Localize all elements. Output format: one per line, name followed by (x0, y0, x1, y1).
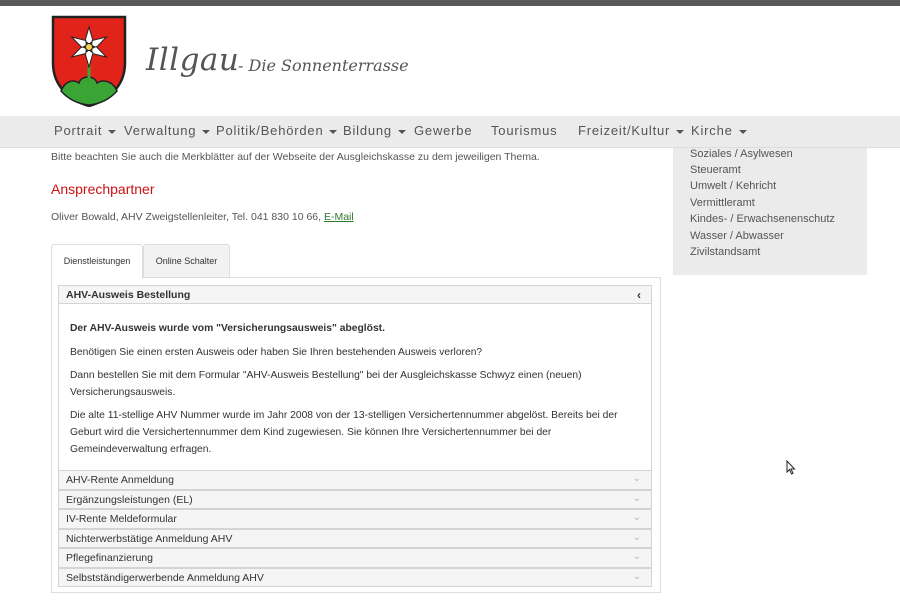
chevron-down-icon: ⌄ (632, 512, 641, 523)
nav-item-kirche[interactable]: Kirche (691, 116, 747, 148)
sidebar-item-kindes-erwachsenenschutz[interactable]: Kindes- / Erwachsenenschutz (690, 213, 835, 225)
accordion-item-label: Selbstständigerwerbende Anmeldung AHV (66, 571, 264, 584)
sidebar-item-vermittleramt[interactable]: Vermittleramt (690, 197, 755, 209)
site-title[interactable]: Illgau (146, 42, 239, 78)
chevron-left-icon: ‹ (637, 288, 641, 302)
nav-item-gewerbe[interactable]: Gewerbe (414, 116, 472, 148)
intro-text: Bitte beachten Sie auch die Merkblätter … (51, 151, 540, 163)
accordion-paragraph: Benötigen Sie einen ersten Ausweis oder … (70, 347, 483, 358)
nav-item-label: Gewerbe (414, 123, 473, 138)
accordion-item-label: Ergänzungsleistungen (EL) (66, 493, 193, 506)
nav-item-label: Tourismus (491, 123, 558, 138)
sidebar-item-steueramt[interactable]: Steueramt (690, 164, 741, 176)
nav-item-label: Verwaltung (124, 123, 197, 138)
accordion-item-nichterwerbstaetige[interactable]: Nichterwerbstätige Anmeldung AHV ⌄ (58, 528, 652, 548)
mouse-cursor-icon (786, 460, 796, 475)
accordion-body: Der AHV-Ausweis wurde vom "Versicherungs… (58, 304, 652, 470)
contact-heading: Ansprechpartner (51, 181, 155, 197)
nav-item-freizeit-kultur[interactable]: Freizeit/Kultur (578, 116, 685, 148)
nav-item-tourismus[interactable]: Tourismus (491, 116, 557, 148)
email-link[interactable]: E-Mail (324, 211, 354, 223)
nav-item-bildung[interactable]: Bildung (343, 116, 406, 148)
sidebar-item-soziales-asylwesen[interactable]: Soziales / Asylwesen (690, 148, 793, 160)
accordion-item-label: Pflegefinanzierung (66, 552, 153, 564)
accordion-item-selbststaendigerwerbende[interactable]: Selbstständigerwerbende Anmeldung AHV ⌄ (58, 567, 652, 587)
accordion-item-pflegefinanzierung[interactable]: Pflegefinanzierung ⌄ (58, 548, 652, 568)
nav-item-politik-behoerden[interactable]: Politik/Behörden (216, 116, 338, 148)
sidebar-item-zivilstandsamt[interactable]: Zivilstandsamt (690, 246, 760, 258)
main-navigation: Portrait Verwaltung Politik/Behörden Bil… (0, 116, 900, 148)
chevron-down-icon: ⌄ (632, 531, 641, 543)
accordion-paragraph: Der AHV-Ausweis wurde vom "Versicherungs… (70, 323, 385, 334)
chevron-down-icon: ⌄ (632, 492, 641, 504)
accordion-header-ahv-ausweis[interactable]: AHV-Ausweis Bestellung ‹ (58, 285, 652, 304)
accordion-paragraph: Die alte 11-stellige AHV Nummer wurde im… (70, 410, 618, 455)
nav-item-portrait[interactable]: Portrait (54, 116, 117, 148)
nav-item-label: Bildung (343, 123, 392, 138)
nav-item-label: Portrait (54, 123, 103, 138)
caret-down-icon (738, 129, 747, 134)
caret-down-icon (676, 129, 685, 134)
sidebar-menu: Soziales / Asylwesen Steueramt Umwelt / … (673, 148, 867, 275)
accordion-item-iv-rente[interactable]: IV-Rente Meldeformular ⌄ (58, 509, 652, 529)
accordion-item-label: Nichterwerbstätige Anmeldung AHV (66, 532, 233, 545)
caret-down-icon (329, 129, 338, 134)
chevron-down-icon: ⌄ (632, 473, 641, 484)
contact-text: Oliver Bowald, AHV Zweigstellenleiter, T… (51, 211, 324, 223)
accordion-title: AHV-Ausweis Bestellung (66, 289, 191, 301)
nav-item-verwaltung[interactable]: Verwaltung (124, 116, 211, 148)
accordion-item-label: AHV-Rente Anmeldung (66, 474, 174, 486)
accordion-paragraph: Dann bestellen Sie mit dem Formular "AHV… (70, 370, 582, 398)
accordion-item-label: IV-Rente Meldeformular (66, 513, 177, 525)
sidebar-item-wasser-abwasser[interactable]: Wasser / Abwasser (690, 230, 784, 242)
caret-down-icon (397, 129, 406, 134)
coat-of-arms-logo[interactable] (51, 15, 127, 107)
accordion-item-ahv-rente[interactable]: AHV-Rente Anmeldung ⌄ (58, 470, 652, 490)
tab-online-schalter[interactable]: Online Schalter (143, 244, 230, 278)
contact-info: Oliver Bowald, AHV Zweigstellenleiter, T… (51, 211, 354, 223)
site-header: Illgau - Die Sonnenterrasse (0, 6, 900, 116)
nav-item-label: Politik/Behörden (216, 123, 324, 138)
chevron-down-icon: ⌄ (632, 570, 641, 582)
caret-down-icon (202, 129, 211, 134)
accordion-item-ergaenzungsleistungen[interactable]: Ergänzungsleistungen (EL) ⌄ (58, 489, 652, 509)
chevron-down-icon: ⌄ (632, 551, 641, 562)
nav-item-label: Freizeit/Kultur (578, 123, 671, 138)
caret-down-icon (108, 129, 117, 134)
site-subtitle: - Die Sonnenterrasse (238, 56, 409, 75)
sidebar-item-umwelt-kehricht[interactable]: Umwelt / Kehricht (690, 180, 776, 192)
tab-dienstleistungen[interactable]: Dienstleistungen (51, 244, 143, 279)
nav-item-label: Kirche (691, 123, 733, 138)
